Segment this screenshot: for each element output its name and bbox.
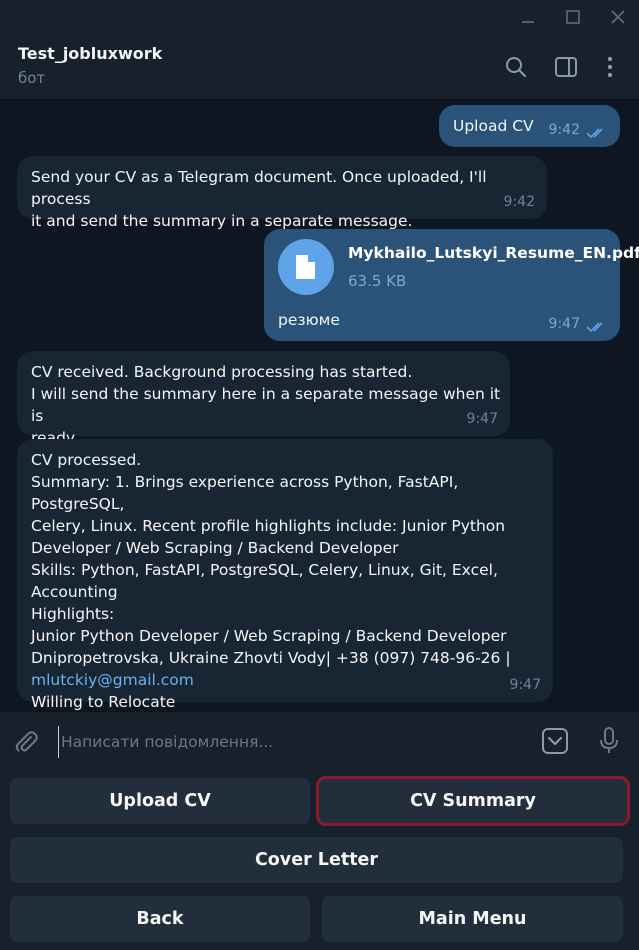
message-text-body: CV processed. Summary: 1. Brings experie…	[31, 451, 511, 667]
message-text: Upload CV	[453, 117, 534, 135]
cover-letter-button[interactable]: Cover Letter	[10, 837, 623, 883]
more-button[interactable]	[595, 52, 625, 82]
double-check-icon	[586, 128, 603, 139]
message-outgoing-file[interactable]: Mykhailo_Lutskyi_Resume_EN.pdf 63.5 KB р…	[264, 229, 639, 341]
message-time: 9:42	[548, 122, 580, 138]
file-caption: резюме	[278, 311, 340, 329]
chat-title[interactable]: Test_jobluxwork	[18, 44, 162, 63]
bot-reply-keyboard: Upload CV CV Summary Cover Letter Back M…	[0, 769, 639, 950]
microphone-icon	[600, 727, 618, 753]
maximize-icon	[566, 10, 580, 24]
main-menu-button[interactable]: Main Menu	[322, 896, 623, 942]
bot-keyboard-button[interactable]	[541, 727, 569, 755]
double-check-icon	[586, 322, 603, 333]
search-button[interactable]	[501, 52, 531, 82]
message-list[interactable]: Upload CV 9:42 Send your CV as a Telegra…	[0, 99, 639, 711]
bot-keyboard-icon	[542, 728, 568, 754]
file-download-button[interactable]	[278, 239, 334, 295]
message-incoming[interactable]: CV received. Background processing has s…	[17, 351, 510, 447]
message-text: Send your CV as a Telegram document. Onc…	[31, 168, 487, 230]
minimize-button[interactable]	[513, 4, 543, 30]
message-incoming[interactable]: CV processed. Summary: 1. Brings experie…	[17, 439, 553, 711]
more-vertical-icon	[607, 56, 613, 78]
close-icon	[611, 10, 625, 24]
chat-header: Test_jobluxwork бот	[0, 34, 639, 100]
back-button[interactable]: Back	[10, 896, 310, 942]
sidebar-toggle-button[interactable]	[551, 52, 581, 82]
message-text-footer: Willing to Relocate	[31, 693, 176, 711]
close-button[interactable]	[603, 4, 633, 30]
minimize-icon	[522, 21, 534, 23]
file-name[interactable]: Mykhailo_Lutskyi_Resume_EN.pdf	[348, 242, 639, 264]
attach-button[interactable]	[12, 728, 40, 756]
message-time: 9:42	[503, 194, 535, 210]
voice-record-button[interactable]	[597, 726, 621, 756]
document-icon	[296, 255, 315, 279]
upload-cv-button[interactable]: Upload CV	[10, 778, 310, 824]
maximize-button[interactable]	[558, 4, 588, 30]
message-time: 9:47	[509, 677, 541, 693]
search-icon	[506, 57, 527, 78]
message-time: 9:47	[548, 316, 580, 332]
email-link[interactable]: mlutckiy@gmail.com	[31, 671, 194, 689]
file-size: 63.5 KB	[348, 272, 407, 290]
message-text: CV received. Background processing has s…	[31, 363, 501, 447]
message-text: CV processed. Summary: 1. Brings experie…	[31, 449, 553, 711]
message-composer	[0, 711, 639, 770]
message-time: 9:47	[466, 411, 498, 427]
message-outgoing[interactable]: Upload CV 9:42	[439, 105, 620, 147]
sidebar-toggle-icon	[555, 57, 577, 77]
window-titlebar	[0, 0, 639, 34]
cv-summary-button[interactable]: CV Summary	[316, 776, 630, 826]
message-input[interactable]	[58, 726, 523, 758]
chat-status: бот	[18, 69, 46, 87]
message-incoming[interactable]: Send your CV as a Telegram document. Onc…	[17, 156, 547, 230]
paperclip-icon	[15, 731, 38, 752]
